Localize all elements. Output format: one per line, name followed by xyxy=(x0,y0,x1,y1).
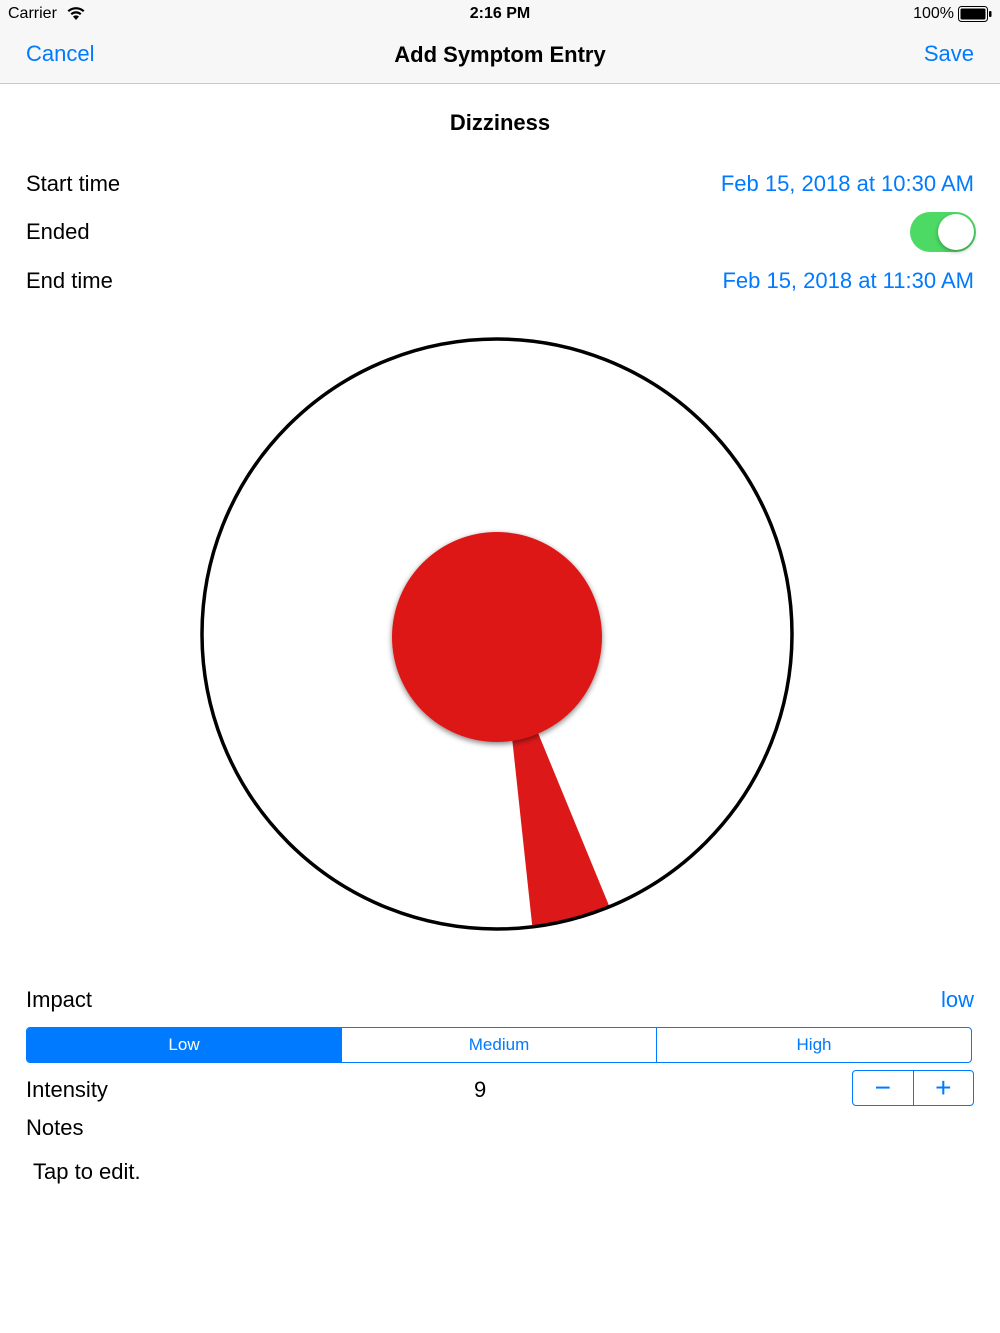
segment-low[interactable]: Low xyxy=(27,1028,341,1062)
dial-knob xyxy=(392,532,602,742)
intensity-value: 9 xyxy=(474,1077,487,1102)
impact-label: Impact xyxy=(26,987,93,1012)
ended-label: Ended xyxy=(26,219,90,244)
end-time-label: End time xyxy=(26,268,113,293)
toggle-knob xyxy=(938,214,974,250)
impact-segmented-control: Low Medium High xyxy=(26,1027,972,1063)
ended-toggle[interactable] xyxy=(910,212,976,252)
save-button[interactable]: Save xyxy=(924,41,974,67)
start-time-value[interactable]: Feb 15, 2018 at 10:30 AM xyxy=(721,171,974,197)
notes-field[interactable]: Tap to edit. xyxy=(33,1159,141,1185)
dial-needle xyxy=(511,728,610,929)
navigation-bar: Cancel Add Symptom Entry Save xyxy=(0,28,1000,84)
battery-icon xyxy=(958,6,992,27)
decrement-button[interactable]: − xyxy=(853,1071,913,1105)
symptom-name: Dizziness xyxy=(449,110,551,135)
start-time-label: Start time xyxy=(26,171,121,196)
battery-percent: 100% xyxy=(913,5,954,22)
end-time-value[interactable]: Feb 15, 2018 at 11:30 AM xyxy=(722,268,974,294)
intensity-label: Intensity xyxy=(26,1077,108,1102)
impact-value: low xyxy=(940,987,974,1012)
increment-button[interactable]: + xyxy=(912,1071,974,1105)
segment-high[interactable]: High xyxy=(656,1028,971,1062)
segment-medium[interactable]: Medium xyxy=(341,1028,656,1062)
page-title: Add Symptom Entry xyxy=(394,42,606,67)
status-bar: Carrier 2:16 PM 100% xyxy=(0,0,1000,28)
intensity-dial[interactable] xyxy=(198,333,796,935)
notes-label: Notes xyxy=(26,1115,84,1140)
clock: 2:16 PM xyxy=(469,5,531,22)
intensity-stepper: − + xyxy=(852,1070,974,1106)
